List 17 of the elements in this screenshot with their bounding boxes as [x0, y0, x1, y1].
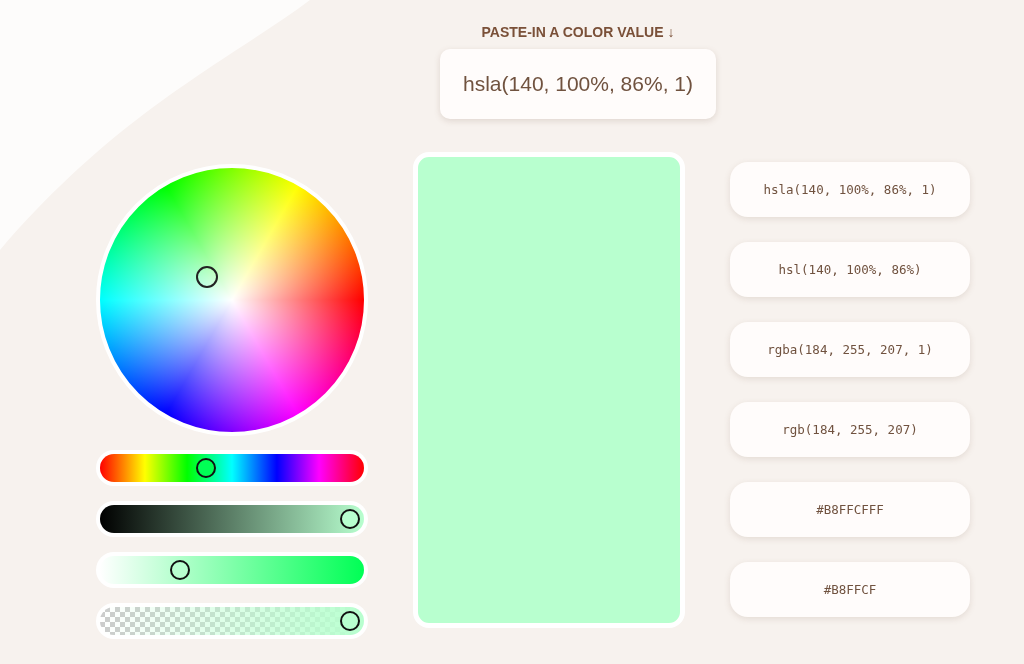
lightness-slider[interactable]: [100, 505, 364, 533]
slider-handle[interactable]: [170, 560, 191, 580]
input-label: PASTE-IN A COLOR VALUE ↓: [481, 24, 675, 40]
format-copy-button[interactable]: #B8FFCFFF: [730, 482, 970, 537]
format-copy-button[interactable]: hsla(140, 100%, 86%, 1): [730, 162, 970, 217]
alpha-slider[interactable]: [100, 607, 364, 635]
slider-handle[interactable]: [340, 509, 360, 529]
slider-handle[interactable]: [340, 611, 360, 631]
wheel-handle[interactable]: [196, 266, 218, 288]
format-copy-button[interactable]: rgba(184, 255, 207, 1): [730, 322, 970, 377]
saturation-slider[interactable]: [100, 556, 364, 584]
hue-slider[interactable]: [100, 454, 364, 482]
format-copy-button[interactable]: #B8FFCF: [730, 562, 970, 617]
color-input-field[interactable]: hsla(140, 100%, 86%, 1): [440, 49, 716, 119]
format-copy-button[interactable]: hsl(140, 100%, 86%): [730, 242, 970, 297]
slider-handle[interactable]: [196, 458, 217, 478]
format-copy-button[interactable]: rgb(184, 255, 207): [730, 402, 970, 457]
